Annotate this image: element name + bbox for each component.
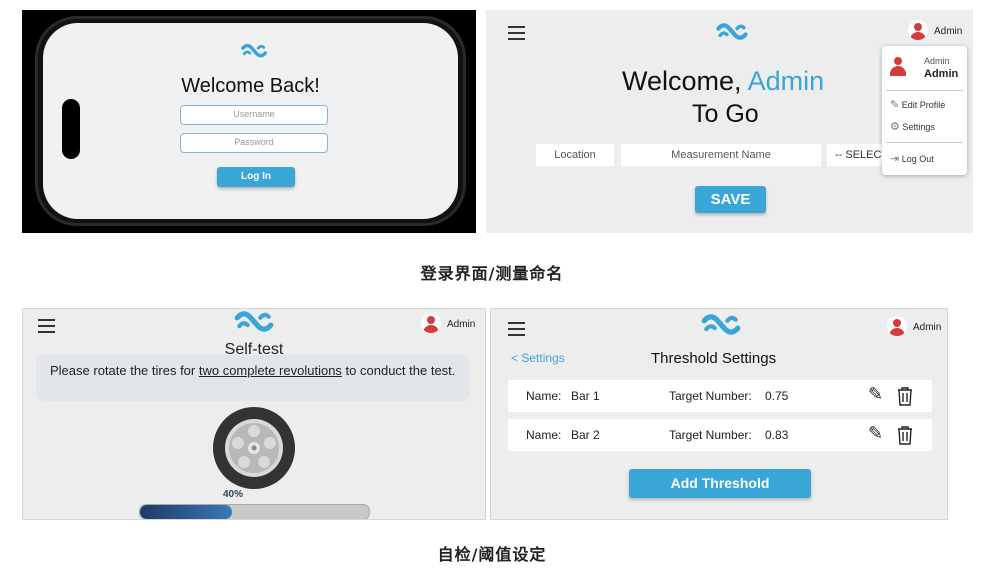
log-out-label: Log Out	[901, 154, 934, 164]
gear-icon: ⚙	[890, 121, 900, 133]
edit-pencil-icon[interactable]: ✎	[868, 423, 883, 444]
user-dropdown-menu: Admin Admin ✎ Edit Profile ⚙ Settings ⇥ …	[882, 46, 967, 175]
name-label: Name:	[526, 428, 562, 442]
progress-fill	[140, 505, 232, 519]
menu-hamburger-icon[interactable]	[508, 26, 525, 44]
app-logo-icon	[715, 20, 749, 44]
measurement-naming-panel: Admin Welcome, Admin To Go Location Meas…	[486, 10, 973, 233]
phone-frame: Welcome Back! Username Password Log In	[35, 16, 466, 226]
threshold-name: Bar 2	[571, 428, 600, 442]
app-logo-icon	[233, 309, 275, 335]
threshold-name: Bar 1	[571, 389, 600, 403]
welcome-prefix: Welcome,	[622, 66, 742, 96]
settings-label: Settings	[902, 122, 935, 132]
welcome-heading: Welcome, Admin	[622, 66, 824, 97]
target-label: Target Number:	[669, 389, 752, 403]
login-button[interactable]: Log In	[217, 167, 295, 187]
dropdown-divider	[886, 90, 963, 91]
caption-bottom: 自检/阈值设定	[437, 545, 547, 564]
page-title: Threshold Settings	[651, 350, 777, 367]
instruction-after: to conduct the test.	[341, 363, 456, 378]
password-input[interactable]: Password	[180, 133, 328, 153]
username-input[interactable]: Username	[180, 105, 328, 125]
threshold-row: Name: Bar 2 Target Number: 0.83 ✎	[508, 419, 932, 451]
log-out-icon: ⇥	[890, 153, 900, 165]
avatar-icon[interactable]	[908, 20, 928, 40]
location-input[interactable]: Location	[536, 144, 614, 166]
name-label: Name:	[526, 389, 562, 403]
edit-profile-menu-item[interactable]: ✎ Edit Profile	[890, 98, 945, 111]
instruction-before: Please rotate the tires for	[50, 363, 199, 378]
instruction-box: Please rotate the tires for two complete…	[36, 355, 470, 401]
trash-icon[interactable]	[896, 386, 914, 406]
log-out-menu-item[interactable]: ⇥ Log Out	[890, 152, 934, 165]
phone-side-button	[62, 99, 80, 159]
menu-hamburger-icon[interactable]	[38, 319, 55, 337]
back-to-settings-link[interactable]: < Settings	[511, 351, 565, 365]
edit-pencil-icon[interactable]: ✎	[868, 384, 883, 405]
welcome-subtitle: To Go	[692, 100, 759, 128]
instruction-link: two complete revolutions	[198, 363, 342, 378]
phone-screen: Welcome Back! Username Password Log In	[43, 23, 458, 219]
menu-hamburger-icon[interactable]	[508, 322, 525, 340]
target-label: Target Number:	[669, 428, 752, 442]
option-select[interactable]: -- SELEC	[827, 144, 887, 166]
user-menu-label[interactable]: Admin	[934, 26, 962, 37]
threshold-target: 0.75	[765, 389, 789, 403]
save-button[interactable]: SAVE	[695, 186, 766, 213]
edit-profile-icon: ✎	[890, 99, 900, 111]
threshold-settings-panel: Admin < Settings Threshold Settings Name…	[490, 308, 948, 520]
dropdown-divider	[886, 142, 963, 143]
edit-profile-label: Edit Profile	[901, 100, 946, 110]
login-screen-panel: Welcome Back! Username Password Log In	[22, 10, 476, 233]
threshold-target: 0.83	[765, 428, 789, 442]
avatar-icon[interactable]	[887, 316, 907, 336]
user-label[interactable]: Admin	[447, 319, 475, 330]
caption-top: 登录界面/测量命名	[420, 264, 564, 283]
avatar-icon	[888, 54, 916, 82]
app-logo-icon	[240, 41, 268, 61]
self-test-panel: Admin Self-test Please rotate the tires …	[22, 308, 486, 520]
tire-icon	[213, 407, 295, 489]
settings-menu-item[interactable]: ⚙ Settings	[890, 120, 935, 133]
app-logo-icon	[700, 311, 742, 339]
user-label[interactable]: Admin	[913, 322, 941, 333]
measurement-name-input[interactable]: Measurement Name	[621, 144, 821, 166]
threshold-row: Name: Bar 1 Target Number: 0.75 ✎	[508, 380, 932, 412]
progress-bar	[139, 504, 370, 519]
add-threshold-button[interactable]: Add Threshold	[629, 469, 811, 498]
dropdown-name: Admin	[924, 68, 959, 80]
progress-label: 40%	[223, 489, 244, 500]
welcome-name: Admin	[747, 66, 825, 96]
avatar-icon[interactable]	[421, 313, 441, 333]
trash-icon[interactable]	[896, 425, 914, 445]
dropdown-role: Admin	[924, 56, 950, 66]
instruction-text: Please rotate the tires for two complete…	[36, 355, 470, 387]
login-title: Welcome Back!	[181, 75, 320, 97]
